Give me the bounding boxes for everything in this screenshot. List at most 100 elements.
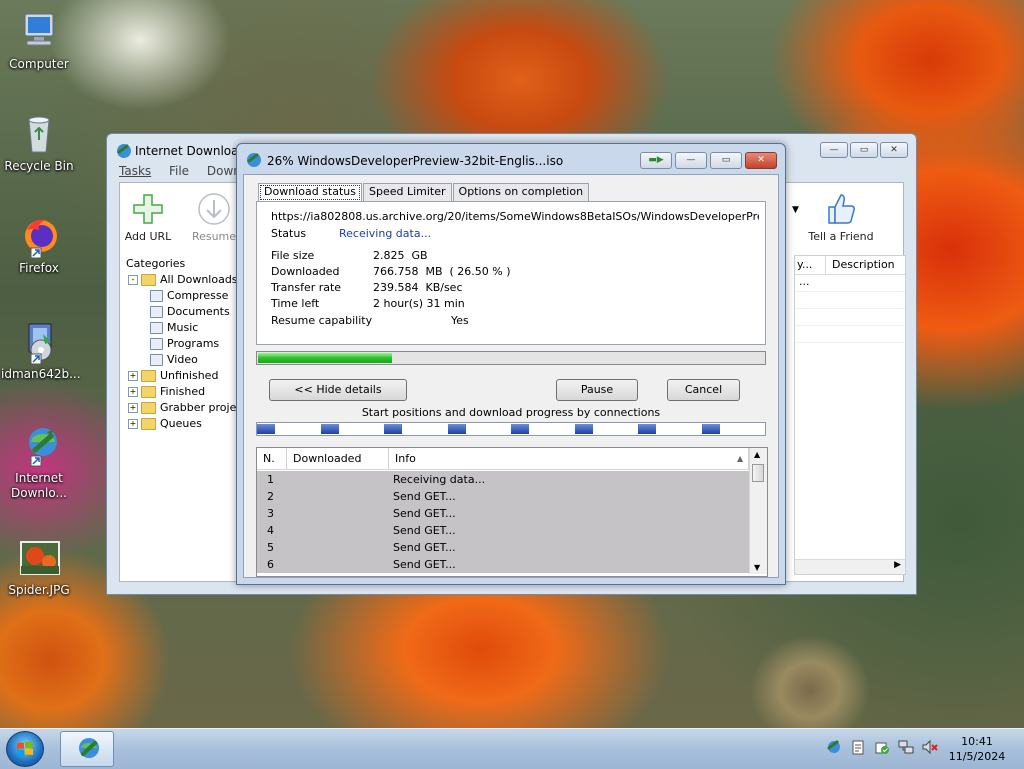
category-tree-item[interactable]: - All Downloads <box>124 272 238 288</box>
start-button[interactable] <box>6 731 44 767</box>
col-header-n[interactable]: N. <box>257 448 287 470</box>
clock-time: 10:41 <box>961 735 993 748</box>
tab-speed-limiter[interactable]: Speed Limiter <box>362 183 452 201</box>
hide-details-button[interactable]: << Hide details <box>269 379 407 401</box>
expand-plus-icon[interactable]: + <box>128 419 138 429</box>
computer-icon <box>17 10 61 54</box>
menu-tasks[interactable]: Tasks <box>119 164 151 178</box>
thumbs-up-icon <box>823 191 859 227</box>
category-tree-item[interactable]: + Unfinished <box>124 368 236 384</box>
connection-info: Send GET... <box>393 541 456 554</box>
transfer-rate-value: 239.584 KB/sec <box>373 281 463 294</box>
desktop-icon-spider-jpg[interactable]: Spider.JPG <box>1 536 77 598</box>
col-header-info[interactable]: Info <box>389 448 749 470</box>
dialog-tabs: Download status Speed Limiter Options on… <box>258 183 590 202</box>
category-tree-item[interactable]: Video <box>124 352 236 368</box>
taskbar-item-idm[interactable] <box>60 731 114 767</box>
category-tree-item[interactable]: Programs <box>124 336 236 352</box>
desktop-icon-label: Internet Downlo... <box>11 471 67 500</box>
downloaded-label: Downloaded <box>271 265 340 278</box>
category-tree-item[interactable]: + Queues <box>124 416 236 432</box>
list-header-partial[interactable]: y... <box>797 256 812 274</box>
clipboard-tray-icon[interactable] <box>850 739 866 755</box>
category-label: Queues <box>160 417 202 430</box>
collapse-minus-icon[interactable]: - <box>128 275 138 285</box>
category-label: Compresse <box>167 289 229 302</box>
idm-tray-icon[interactable] <box>826 739 842 755</box>
desktop-icon-firefox[interactable]: Firefox <box>1 214 77 276</box>
download-progress-dialog: 26% WindowsDeveloperPreview-32bit-Englis… <box>236 143 786 585</box>
scroll-down-icon[interactable]: ▼ <box>754 563 760 572</box>
download-progress-bar <box>256 351 766 365</box>
connections-vertical-scrollbar[interactable]: ▲ ▼ <box>749 448 767 574</box>
scroll-thumb[interactable] <box>752 464 764 482</box>
dialog-body: Download status Speed Limiter Options on… <box>243 174 779 578</box>
dialog-minimize-button[interactable]: — <box>675 152 707 169</box>
toolbar-dropdown-arrow-icon[interactable]: ▼ <box>792 205 799 215</box>
expand-plus-icon[interactable]: + <box>128 387 138 397</box>
security-tray-icon[interactable] <box>874 739 890 755</box>
tell-a-friend-label: Tell a Friend <box>808 230 874 243</box>
expand-plus-icon[interactable]: + <box>128 371 138 381</box>
taskbar: 10:41 11/5/2024 <box>0 728 1024 769</box>
scroll-up-icon[interactable]: ▲ <box>754 450 760 459</box>
main-close-button[interactable]: ✕ <box>880 142 908 158</box>
plus-icon <box>130 191 166 227</box>
downloads-list-header: y... Description <box>795 256 905 275</box>
list-item[interactable]: ... <box>795 275 905 292</box>
category-tree-item[interactable]: + Finished <box>124 384 236 400</box>
table-row[interactable]: 1 Receiving data... <box>257 471 749 488</box>
dialog-close-button[interactable]: ✕ <box>745 152 777 169</box>
category-tree-item[interactable]: + Grabber projec <box>124 400 242 416</box>
add-url-label: Add URL <box>124 230 172 243</box>
table-row[interactable]: 5 Send GET... <box>257 539 749 556</box>
connection-number: 3 <box>267 507 274 520</box>
pause-button[interactable]: Pause <box>556 379 638 401</box>
category-tree-item[interactable]: Compresse <box>124 288 236 304</box>
table-row[interactable]: 4 Send GET... <box>257 522 749 539</box>
category-tree-item[interactable]: Music <box>124 320 236 336</box>
list-empty-row <box>795 326 905 343</box>
taskbar-clock[interactable]: 10:41 11/5/2024 <box>942 734 1012 764</box>
table-row[interactable]: 6 Send GET... <box>257 556 749 573</box>
main-maximize-button[interactable]: ▭ <box>850 142 878 158</box>
connection-segment <box>320 424 339 434</box>
downloaded-value: 766.758 MB ( 26.50 % ) <box>373 265 511 278</box>
col-header-downloaded[interactable]: Downloaded <box>287 448 389 470</box>
dialog-titlebar[interactable]: 26% WindowsDeveloperPreview-32bit-Englis… <box>237 144 785 174</box>
file-size-label: File size <box>271 249 315 262</box>
list-header-description[interactable]: Description <box>825 256 895 274</box>
dialog-title: 26% WindowsDeveloperPreview-32bit-Englis… <box>267 154 564 168</box>
tab-download-status[interactable]: Download status <box>258 183 362 202</box>
dialog-send-to-tray-button[interactable]: ▬▶ <box>640 152 672 169</box>
desktop-icon-computer[interactable]: Computer <box>1 10 77 72</box>
installer-icon <box>17 320 61 365</box>
connection-number: 4 <box>267 524 274 537</box>
network-tray-icon[interactable] <box>898 739 914 755</box>
cancel-button[interactable]: Cancel <box>667 379 740 401</box>
idm-dialog-icon <box>247 153 261 167</box>
folder-icon <box>150 290 163 302</box>
desktop-icon-recycle-bin[interactable]: Recycle Bin <box>1 112 77 174</box>
dialog-maximize-button[interactable]: ▭ <box>710 152 742 169</box>
connection-segment <box>447 424 466 434</box>
list-horizontal-scrollbar[interactable]: ▶ <box>795 559 905 574</box>
tab-options-on-completion[interactable]: Options on completion <box>452 183 590 201</box>
category-tree-item[interactable]: Documents <box>124 304 236 320</box>
expand-plus-icon[interactable]: + <box>128 403 138 413</box>
add-url-button[interactable]: Add URL <box>118 191 178 243</box>
resume-label: Resume <box>191 230 237 243</box>
folder-icon <box>150 338 163 350</box>
table-row[interactable]: 3 Send GET... <box>257 505 749 522</box>
tell-a-friend-button[interactable]: Tell a Friend <box>804 191 878 243</box>
scroll-right-icon[interactable]: ▶ <box>894 560 901 570</box>
resume-button[interactable]: Resume <box>184 191 244 243</box>
desktop-icon-internet-download-manager[interactable]: Internet Downlo... <box>1 424 77 501</box>
table-row[interactable]: 2 Send GET... <box>257 488 749 505</box>
menu-file[interactable]: File <box>169 164 189 178</box>
connection-number: 5 <box>267 541 274 554</box>
resume-capability-value: Yes <box>451 314 469 327</box>
desktop-icon-installer[interactable]: idman642b... <box>1 320 81 382</box>
main-minimize-button[interactable]: — <box>820 142 848 158</box>
volume-muted-tray-icon[interactable] <box>922 739 938 755</box>
